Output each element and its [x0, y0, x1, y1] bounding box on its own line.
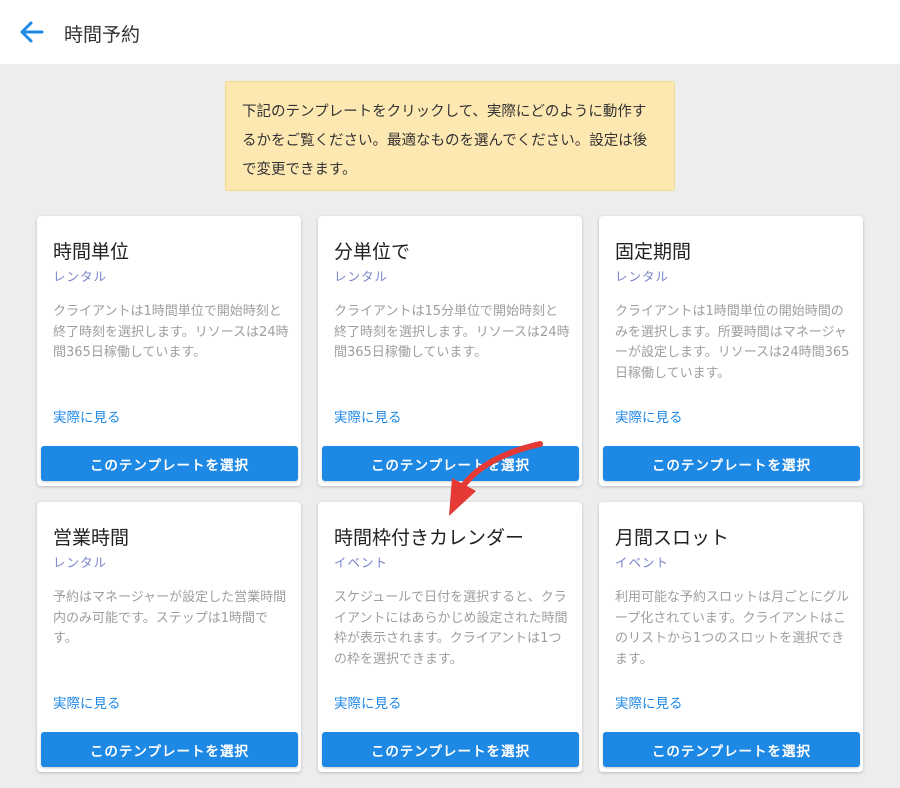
- select-template-button[interactable]: このテンプレートを選択: [603, 732, 860, 767]
- info-notice: 下記のテンプレートをクリックして、実際にどのように動作するかをご覧ください。最適…: [225, 81, 675, 191]
- card-description: 利用可能な予約スロットは月ごとにグループ化されています。クライアントはこのリスト…: [615, 590, 850, 667]
- card-category: レンタル: [53, 269, 108, 284]
- see-in-action-link[interactable]: 実際に見る: [53, 406, 121, 426]
- see-in-action-link[interactable]: 実際に見る: [615, 406, 683, 426]
- card-description: クライアントは1時間単位の開始時間のみを選択します。所要時間はマネージャーが設定…: [615, 304, 850, 381]
- card-category: レンタル: [334, 269, 389, 284]
- card-title: 時間枠付きカレンダー: [334, 527, 525, 549]
- see-in-action-link[interactable]: 実際に見る: [334, 692, 402, 712]
- card-title: 固定期間: [615, 241, 692, 263]
- template-card-monthly-slots: 月間スロット イベント 利用可能な予約スロットは月ごとにグループ化されています。…: [599, 502, 863, 772]
- card-description: クライアントは1時間単位で開始時刻と終了時刻を選択します。リソースは24時間36…: [53, 304, 289, 360]
- card-category: イベント: [334, 555, 389, 570]
- card-category: レンタル: [615, 269, 670, 284]
- card-category: レンタル: [53, 555, 108, 570]
- template-card-time-slot-calendar: 時間枠付きカレンダー イベント スケジュールで日付を選択すると、クライアントには…: [318, 502, 582, 772]
- select-template-button[interactable]: このテンプレートを選択: [603, 446, 860, 481]
- arrow-left-icon: [20, 21, 44, 43]
- select-template-button[interactable]: このテンプレートを選択: [322, 446, 579, 481]
- card-category: イベント: [615, 555, 670, 570]
- card-title: 営業時間: [53, 527, 130, 549]
- see-in-action-link[interactable]: 実際に見る: [53, 692, 121, 712]
- card-title: 分単位で: [334, 241, 411, 263]
- card-title: 月間スロット: [615, 527, 730, 549]
- select-template-button[interactable]: このテンプレートを選択: [41, 446, 298, 481]
- back-button[interactable]: [18, 19, 46, 45]
- template-card-fixed-period: 固定期間 レンタル クライアントは1時間単位の開始時間のみを選択します。所要時間…: [599, 216, 863, 486]
- template-card-hourly: 時間単位 レンタル クライアントは1時間単位で開始時刻と終了時刻を選択します。リ…: [37, 216, 301, 486]
- see-in-action-link[interactable]: 実際に見る: [334, 406, 402, 426]
- card-description: 予約はマネージャーが設定した営業時間内のみ可能です。ステップは1時間です。: [53, 590, 287, 646]
- select-template-button[interactable]: このテンプレートを選択: [322, 732, 579, 767]
- page-title: 時間予約: [64, 24, 141, 46]
- card-title: 時間単位: [53, 241, 130, 263]
- see-in-action-link[interactable]: 実際に見る: [615, 692, 683, 712]
- card-description: スケジュールで日付を選択すると、クライアントにはあらかじめ設定された時間枠が表示…: [334, 590, 568, 667]
- template-card-minutes: 分単位で レンタル クライアントは15分単位で開始時刻と終了時刻を選択します。リ…: [318, 216, 582, 486]
- template-card-business-hours: 営業時間 レンタル 予約はマネージャーが設定した営業時間内のみ可能です。ステップ…: [37, 502, 301, 772]
- card-description: クライアントは15分単位で開始時刻と終了時刻を選択します。リソースは24時間36…: [334, 304, 570, 360]
- top-app-bar: 時間予約: [0, 0, 900, 64]
- select-template-button[interactable]: このテンプレートを選択: [41, 732, 298, 767]
